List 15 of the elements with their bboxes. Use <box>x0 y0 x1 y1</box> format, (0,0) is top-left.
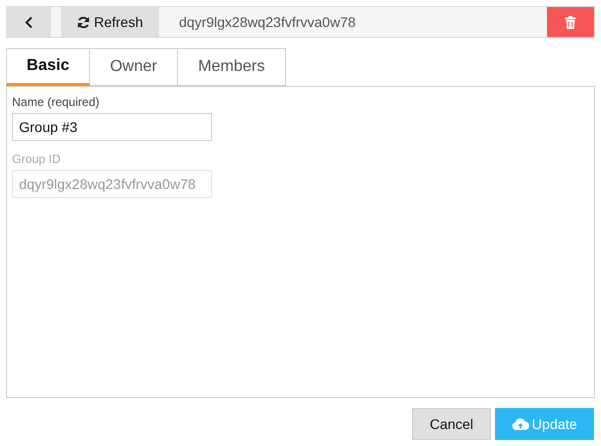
delete-button[interactable] <box>547 7 594 37</box>
field-label: Group ID <box>12 152 62 166</box>
record-title: dqyr9lgx28wq23fvfrvva0w78 <box>179 12 356 32</box>
refresh-button[interactable]: Refresh <box>61 7 159 37</box>
cloud-upload-icon <box>512 418 529 430</box>
back-icon <box>25 16 33 28</box>
tab[interactable]: Basic <box>6 48 90 86</box>
back-button[interactable] <box>7 7 51 37</box>
tab[interactable]: Owner <box>90 48 178 86</box>
cancel-button[interactable]: Cancel <box>412 408 491 440</box>
refresh-icon <box>76 16 90 28</box>
trash-icon <box>565 16 576 28</box>
field-label: Name (required) <box>12 95 100 109</box>
tab[interactable]: Members <box>178 48 286 86</box>
text-field[interactable]: Group #3 <box>12 113 212 141</box>
